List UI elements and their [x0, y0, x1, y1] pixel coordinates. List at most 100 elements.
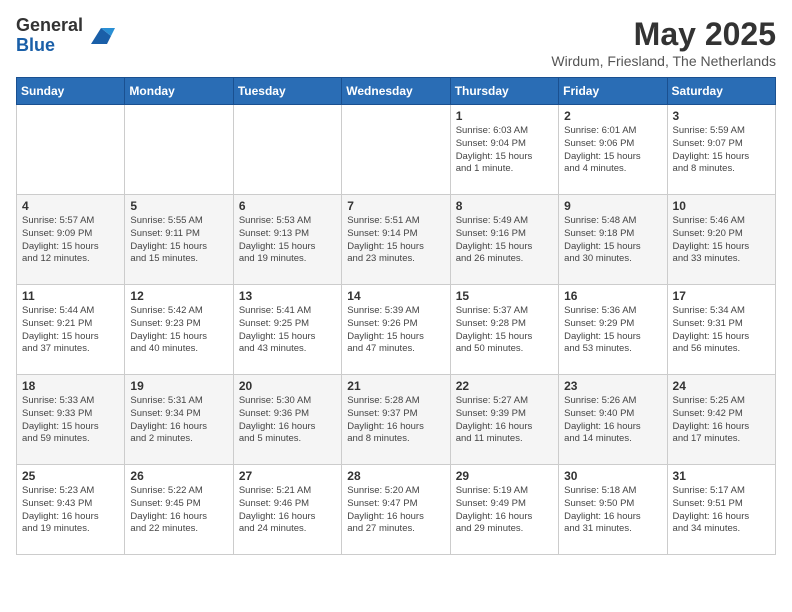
calendar-cell: 27Sunrise: 5:21 AM Sunset: 9:46 PM Dayli… — [233, 465, 341, 555]
calendar-cell: 1 Sunrise: 6:03 AM Sunset: 9:04 PM Daylig… — [450, 105, 558, 195]
calendar-cell: 9 Sunrise: 5:48 AM Sunset: 9:18 PM Daylig… — [559, 195, 667, 285]
day-info: Sunrise: 5:17 AM Sunset: 9:51 PM Dayligh… — [673, 485, 770, 536]
day-number: 9 — [564, 199, 661, 213]
weekday-header-wednesday: Wednesday — [342, 78, 450, 105]
calendar-cell: 19Sunrise: 5:31 AM Sunset: 9:34 PM Dayli… — [125, 375, 233, 465]
day-number: 30 — [564, 469, 661, 483]
logo-general-text: General — [16, 16, 83, 36]
calendar-week-row: 1 Sunrise: 6:03 AM Sunset: 9:04 PM Daylig… — [17, 105, 776, 195]
calendar-cell: 8 Sunrise: 5:49 AM Sunset: 9:16 PM Daylig… — [450, 195, 558, 285]
day-info: Sunrise: 5:25 AM Sunset: 9:42 PM Dayligh… — [673, 395, 770, 446]
calendar-cell: 12 Sunrise: 5:42 AM Sunset: 9:23 PM Dayli… — [125, 285, 233, 375]
day-number: 4 — [22, 199, 119, 213]
calendar-cell — [233, 105, 341, 195]
day-info: Sunrise: 5:18 AM Sunset: 9:50 PM Dayligh… — [564, 485, 661, 536]
day-number: 3 — [673, 109, 770, 123]
day-info: Sunrise: 5:37 AM Sunset: 9:28 PM Dayligh… — [456, 305, 553, 356]
day-info: Sunrise: 5:57 AM Sunset: 9:09 PM Dayligh… — [22, 215, 119, 266]
day-info: Sunrise: 6:03 AM Sunset: 9:04 PM Dayligh… — [456, 125, 553, 176]
day-info: Sunrise: 5:49 AM Sunset: 9:16 PM Dayligh… — [456, 215, 553, 266]
day-number: 10 — [673, 199, 770, 213]
day-info: Sunrise: 6:01 AM Sunset: 9:06 PM Dayligh… — [564, 125, 661, 176]
day-number: 16 — [564, 289, 661, 303]
calendar-cell: 31 Sunrise: 5:17 AM Sunset: 9:51 PM Dayli… — [667, 465, 775, 555]
day-info: Sunrise: 5:20 AM Sunset: 9:47 PM Dayligh… — [347, 485, 444, 536]
day-number: 7 — [347, 199, 444, 213]
day-number: 26 — [130, 469, 227, 483]
day-number: 23 — [564, 379, 661, 393]
day-number: 14 — [347, 289, 444, 303]
day-info: Sunrise: 5:30 AM Sunset: 9:36 PM Dayligh… — [239, 395, 336, 446]
calendar-cell: 28 Sunrise: 5:20 AM Sunset: 9:47 PM Dayli… — [342, 465, 450, 555]
calendar-table: SundayMondayTuesdayWednesdayThursdayFrid… — [16, 77, 776, 555]
day-number: 21 — [347, 379, 444, 393]
calendar-cell: 7 Sunrise: 5:51 AM Sunset: 9:14 PM Daylig… — [342, 195, 450, 285]
day-number: 2 — [564, 109, 661, 123]
calendar-cell: 18 Sunrise: 5:33 AM Sunset: 9:33 PM Dayli… — [17, 375, 125, 465]
day-info: Sunrise: 5:44 AM Sunset: 9:21 PM Dayligh… — [22, 305, 119, 356]
calendar-cell — [342, 105, 450, 195]
day-number: 12 — [130, 289, 227, 303]
calendar-cell: 15 Sunrise: 5:37 AM Sunset: 9:28 PM Dayli… — [450, 285, 558, 375]
day-info: Sunrise: 5:28 AM Sunset: 9:37 PM Dayligh… — [347, 395, 444, 446]
calendar-cell: 16Sunrise: 5:36 AM Sunset: 9:29 PM Dayli… — [559, 285, 667, 375]
day-info: Sunrise: 5:31 AM Sunset: 9:34 PM Dayligh… — [130, 395, 227, 446]
day-info: Sunrise: 5:55 AM Sunset: 9:11 PM Dayligh… — [130, 215, 227, 266]
day-number: 15 — [456, 289, 553, 303]
day-number: 6 — [239, 199, 336, 213]
day-number: 31 — [673, 469, 770, 483]
calendar-cell — [125, 105, 233, 195]
calendar-cell: 20 Sunrise: 5:30 AM Sunset: 9:36 PM Dayli… — [233, 375, 341, 465]
day-info: Sunrise: 5:46 AM Sunset: 9:20 PM Dayligh… — [673, 215, 770, 266]
day-info: Sunrise: 5:26 AM Sunset: 9:40 PM Dayligh… — [564, 395, 661, 446]
day-info: Sunrise: 5:23 AM Sunset: 9:43 PM Dayligh… — [22, 485, 119, 536]
day-number: 20 — [239, 379, 336, 393]
day-info: Sunrise: 5:53 AM Sunset: 9:13 PM Dayligh… — [239, 215, 336, 266]
logo-icon — [87, 22, 115, 50]
day-info: Sunrise: 5:33 AM Sunset: 9:33 PM Dayligh… — [22, 395, 119, 446]
day-number: 29 — [456, 469, 553, 483]
calendar-cell: 4 Sunrise: 5:57 AM Sunset: 9:09 PM Daylig… — [17, 195, 125, 285]
day-number: 22 — [456, 379, 553, 393]
title-block: May 2025 Wirdum, Friesland, The Netherla… — [551, 16, 776, 69]
day-number: 1 — [456, 109, 553, 123]
calendar-cell: 2 Sunrise: 6:01 AM Sunset: 9:06 PM Daylig… — [559, 105, 667, 195]
calendar-cell: 25 Sunrise: 5:23 AM Sunset: 9:43 PM Dayli… — [17, 465, 125, 555]
calendar-cell: 6 Sunrise: 5:53 AM Sunset: 9:13 PM Daylig… — [233, 195, 341, 285]
month-title: May 2025 — [551, 16, 776, 53]
calendar-cell: 3Sunrise: 5:59 AM Sunset: 9:07 PM Daylig… — [667, 105, 775, 195]
calendar-cell: 10 Sunrise: 5:46 AM Sunset: 9:20 PM Dayli… — [667, 195, 775, 285]
weekday-header-friday: Friday — [559, 78, 667, 105]
page-header: General Blue May 2025 Wirdum, Friesland,… — [16, 16, 776, 69]
day-number: 28 — [347, 469, 444, 483]
location: Wirdum, Friesland, The Netherlands — [551, 53, 776, 69]
day-number: 5 — [130, 199, 227, 213]
calendar-cell: 17 Sunrise: 5:34 AM Sunset: 9:31 PM Dayli… — [667, 285, 775, 375]
weekday-header-sunday: Sunday — [17, 78, 125, 105]
weekday-header-saturday: Saturday — [667, 78, 775, 105]
day-info: Sunrise: 5:19 AM Sunset: 9:49 PM Dayligh… — [456, 485, 553, 536]
day-number: 17 — [673, 289, 770, 303]
day-number: 27 — [239, 469, 336, 483]
day-number: 24 — [673, 379, 770, 393]
logo-blue-text: Blue — [16, 36, 83, 56]
day-info: Sunrise: 5:39 AM Sunset: 9:26 PM Dayligh… — [347, 305, 444, 356]
day-number: 13 — [239, 289, 336, 303]
logo: General Blue — [16, 16, 115, 56]
day-info: Sunrise: 5:48 AM Sunset: 9:18 PM Dayligh… — [564, 215, 661, 266]
day-info: Sunrise: 5:42 AM Sunset: 9:23 PM Dayligh… — [130, 305, 227, 356]
calendar-cell: 13 Sunrise: 5:41 AM Sunset: 9:25 PM Dayli… — [233, 285, 341, 375]
calendar-week-row: 4 Sunrise: 5:57 AM Sunset: 9:09 PM Daylig… — [17, 195, 776, 285]
calendar-cell: 11Sunrise: 5:44 AM Sunset: 9:21 PM Dayli… — [17, 285, 125, 375]
calendar-cell: 30 Sunrise: 5:18 AM Sunset: 9:50 PM Dayli… — [559, 465, 667, 555]
calendar-week-row: 11Sunrise: 5:44 AM Sunset: 9:21 PM Dayli… — [17, 285, 776, 375]
calendar-cell: 24 Sunrise: 5:25 AM Sunset: 9:42 PM Dayli… — [667, 375, 775, 465]
day-number: 8 — [456, 199, 553, 213]
day-number: 18 — [22, 379, 119, 393]
calendar-cell: 21 Sunrise: 5:28 AM Sunset: 9:37 PM Dayli… — [342, 375, 450, 465]
weekday-header-row: SundayMondayTuesdayWednesdayThursdayFrid… — [17, 78, 776, 105]
day-info: Sunrise: 5:51 AM Sunset: 9:14 PM Dayligh… — [347, 215, 444, 266]
day-info: Sunrise: 5:34 AM Sunset: 9:31 PM Dayligh… — [673, 305, 770, 356]
day-info: Sunrise: 5:41 AM Sunset: 9:25 PM Dayligh… — [239, 305, 336, 356]
day-number: 25 — [22, 469, 119, 483]
